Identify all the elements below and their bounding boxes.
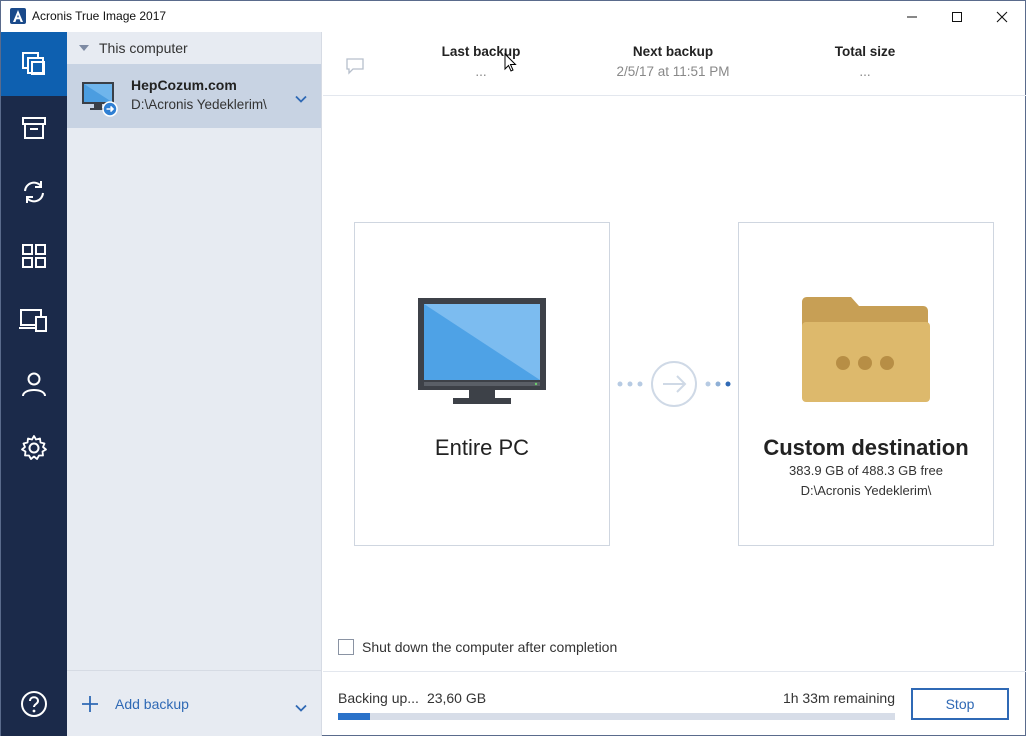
nav-backup[interactable] [1,32,67,96]
archive-icon [22,117,46,139]
acronis-logo-icon [10,8,26,24]
shutdown-checkbox[interactable] [338,639,354,655]
chevron-down-icon[interactable] [295,699,307,717]
last-backup-label: Last backup [441,44,521,59]
destination-title: Custom destination [763,435,969,460]
comment-icon[interactable] [345,57,365,80]
total-size-label: Total size [834,44,896,59]
mouse-cursor-icon [504,52,518,78]
backup-name: HepCozum.com [131,77,237,93]
backup-list-panel: This computer HepCozum.com D:\Acronis Ye… [67,32,322,736]
navigation-rail [1,32,67,736]
group-label: This computer [99,40,188,56]
title-bar: Acronis True Image 2017 [1,1,1025,32]
last-backup-stat: Last backup ... [421,44,541,79]
backup-destination-path: D:\Acronis Yedeklerim\ [131,97,267,112]
folder-icon [739,296,993,404]
maximize-button[interactable] [934,1,980,32]
devices-icon [19,309,47,332]
nav-sync[interactable] [1,160,67,224]
nav-archive[interactable] [1,96,67,160]
computer-icon [81,81,121,122]
progress-status: Backing up... [338,690,419,706]
plus-icon[interactable] [81,695,99,718]
last-backup-value: ... [475,64,487,79]
nav-help[interactable] [1,672,67,736]
progress-size: 23,60 GB [426,690,487,706]
stop-button[interactable]: Stop [911,688,1009,720]
nav-settings[interactable] [1,416,67,480]
source-title: Entire PC [434,435,530,460]
backup-list-item[interactable]: HepCozum.com D:\Acronis Yedeklerim\ [67,64,321,128]
nav-dashboard[interactable] [1,224,67,288]
close-button[interactable] [979,1,1025,32]
backup-flow-arrow [616,359,732,409]
minimize-button[interactable] [889,1,935,32]
progress-footer: Backing up... 23,60 GB 1h 33m remaining S… [323,671,1026,736]
backup-summary-header: Last backup ... Next backup 2/5/17 at 11… [323,32,1026,96]
shutdown-option[interactable]: Shut down the computer after completion [338,639,617,655]
settings-icon [21,435,47,460]
backup-icon [22,52,45,75]
destination-path: D:\Acronis Yedeklerim\ [800,483,932,498]
add-backup-button[interactable]: Add backup [115,696,189,712]
nav-devices[interactable] [1,288,67,352]
account-icon [22,372,46,397]
help-icon [21,691,47,717]
next-backup-label: Next backup [632,44,714,59]
chevron-down-icon[interactable] [295,90,307,108]
total-size-stat: Total size ... [805,44,925,79]
add-backup-bar: Add backup [67,670,322,736]
app-window: Acronis True Image 2017 This computer He… [0,0,1026,736]
progress-bar [338,713,895,720]
backup-source-card[interactable]: Entire PC [354,222,610,546]
progress-status-text: Backing up... 23,60 GB [338,690,486,706]
destination-free-space: 383.9 GB of 488.3 GB free [789,463,943,478]
next-backup-stat: Next backup 2/5/17 at 11:51 PM [603,44,743,79]
sync-icon [24,181,44,203]
collapse-caret-icon [79,45,89,51]
backup-group-header[interactable]: This computer [67,32,322,64]
total-size-value: ... [859,64,871,79]
next-backup-value: 2/5/17 at 11:51 PM [616,64,730,79]
nav-account[interactable] [1,352,67,416]
dashboard-icon [22,244,46,268]
window-title: Acronis True Image 2017 [32,9,167,23]
shutdown-label: Shut down the computer after completion [362,639,618,655]
backup-destination-card[interactable]: Custom destination 383.9 GB of 488.3 GB … [738,222,994,546]
monitor-icon [355,298,609,406]
time-remaining: 1h 33m remaining [782,690,895,706]
progress-bar-fill [338,713,371,720]
